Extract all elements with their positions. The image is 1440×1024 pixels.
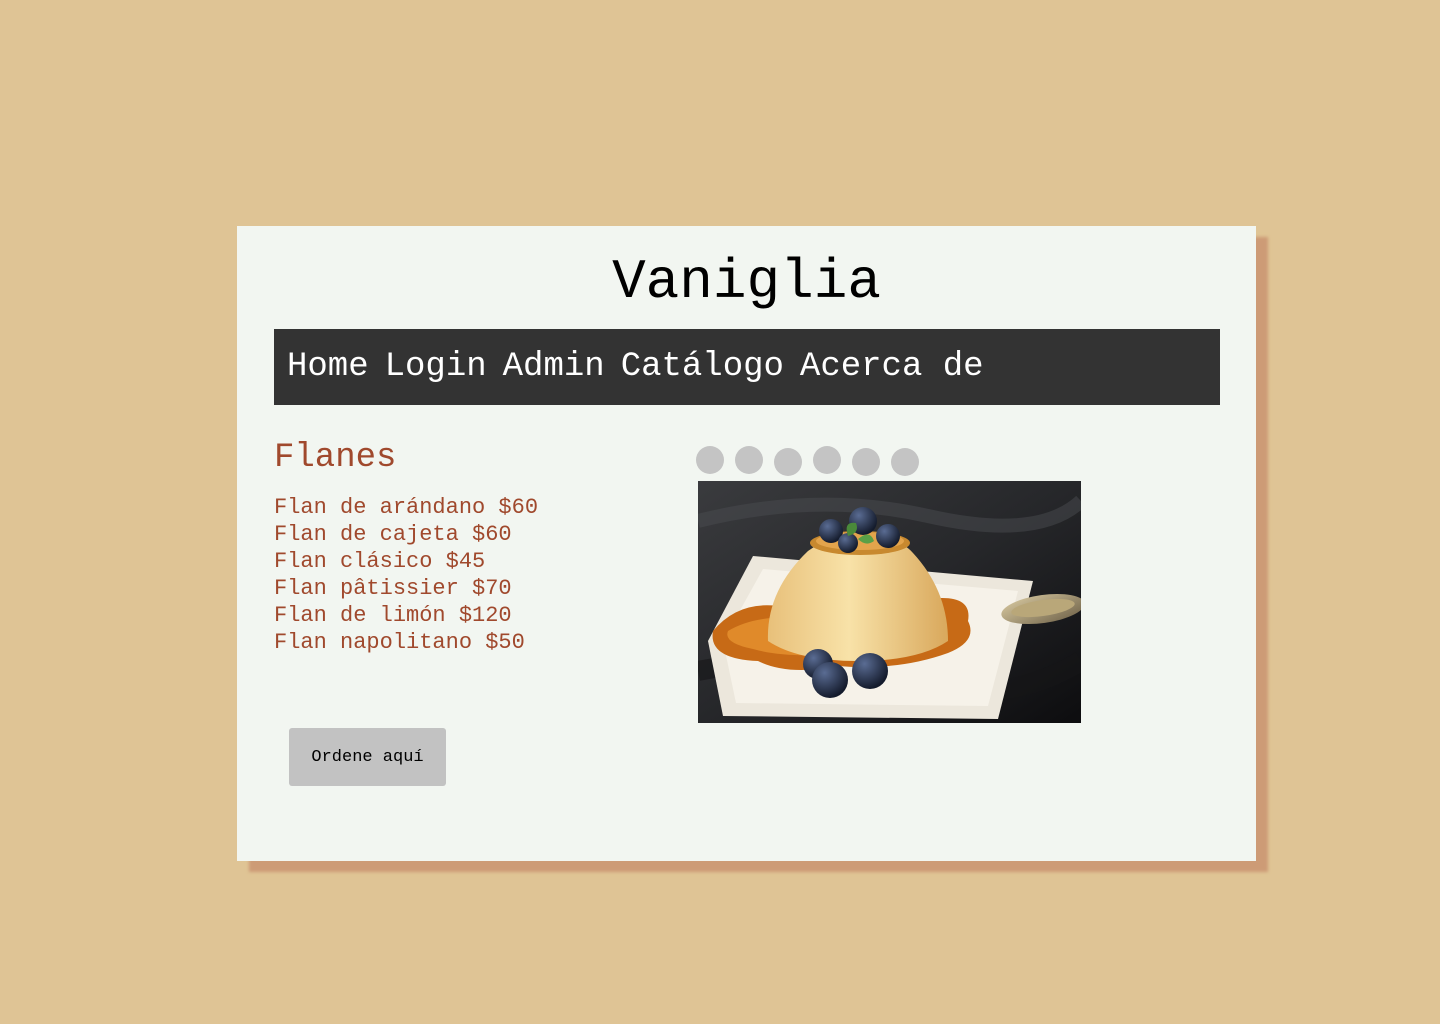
flan-illustration [698, 481, 1081, 723]
nav-link-admin[interactable]: Admin [503, 348, 605, 386]
carousel-dot-6[interactable] [891, 448, 919, 476]
carousel-dot-3[interactable] [774, 448, 802, 476]
carousel-dot-2[interactable] [735, 446, 763, 474]
navbar: Home Login Admin Catálogo Acerca de [274, 329, 1220, 405]
list-item: Flan de limón $120 [274, 603, 512, 628]
site-title: Vaniglia [612, 250, 881, 314]
carousel-dot-5[interactable] [852, 448, 880, 476]
content-card: Vaniglia Home Login Admin Catálogo Acerc… [237, 226, 1256, 861]
list-item: Flan clásico $45 [274, 549, 486, 574]
carousel-dots [696, 446, 926, 476]
list-item: Flan napolitano $50 [274, 630, 525, 655]
section-heading: Flanes [274, 439, 397, 477]
list-item: Flan de cajeta $60 [274, 522, 512, 547]
nav-link-login[interactable]: Login [385, 348, 487, 386]
order-button[interactable]: Ordene aquí [289, 728, 446, 786]
flan-list: Flan de arándano $60 Flan de cajeta $60 … [274, 494, 538, 656]
list-item: Flan pâtissier $70 [274, 576, 512, 601]
carousel-dot-4[interactable] [813, 446, 841, 474]
flan-photo [698, 481, 1081, 723]
nav-link-acerca-de[interactable]: Acerca de [800, 348, 984, 386]
nav-link-catalogo[interactable]: Catálogo [621, 348, 784, 386]
carousel-dot-1[interactable] [696, 446, 724, 474]
nav-link-home[interactable]: Home [287, 348, 369, 386]
list-item: Flan de arándano $60 [274, 495, 539, 520]
